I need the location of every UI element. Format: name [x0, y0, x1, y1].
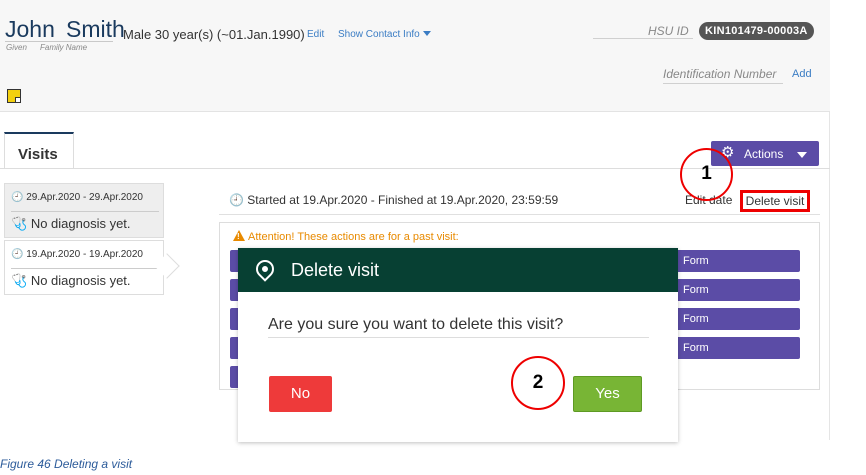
visit-dates-text: 19.Apr.2020 - 19.Apr.2020 [26, 249, 143, 260]
form-button[interactable]: Form [676, 250, 800, 272]
patient-header: John Smith Given Family Name Male 30 yea… [0, 0, 830, 112]
visit-started-text: 🕘 Started at 19.Apr.2020 - Finished at 1… [229, 193, 559, 207]
visit-separator [11, 268, 159, 269]
delete-visit-dialog: Delete visit Are you sure you want to de… [238, 248, 678, 442]
add-identification-link[interactable]: Add [792, 68, 812, 80]
visit-diagnosis: 🩺 No diagnosis yet. [11, 216, 131, 232]
edit-patient-link[interactable]: Edit [307, 29, 324, 40]
dialog-header: Delete visit [238, 248, 678, 292]
no-button[interactable]: No [269, 376, 332, 412]
hsu-id-badge: KIN101479-00003A [699, 22, 814, 40]
visit-dates-text: 29.Apr.2020 - 29.Apr.2020 [26, 192, 143, 203]
hsu-id-label: HSU ID [648, 24, 689, 38]
visit-dates: 🕘 29.Apr.2020 - 29.Apr.2020 [11, 192, 143, 203]
annotation-callout-1: 1 [680, 148, 733, 201]
patient-family-name: Smith [66, 16, 125, 42]
sticky-note-icon[interactable] [7, 89, 21, 103]
tab-visits[interactable]: Visits [4, 132, 74, 169]
visit-separator [11, 211, 159, 212]
annotation-callout-2: 2 [511, 356, 565, 410]
form-button[interactable]: Form [676, 337, 800, 359]
figure-caption: Figure 46 Deleting a visit [0, 457, 133, 471]
show-contact-info-link[interactable]: Show Contact Info [338, 29, 431, 40]
visit-diagnosis: 🩺 No diagnosis yet. [11, 273, 131, 289]
patient-demographics: Male 30 year(s) (~01.Jan.1990) [123, 27, 305, 42]
attention-text: Attention! These actions are for a past … [248, 231, 459, 243]
identification-number-label: Identification Number [663, 67, 777, 81]
visit-item[interactable]: 🕘 29.Apr.2020 - 29.Apr.2020 🩺 No diagnos… [4, 183, 164, 238]
hsu-divider [593, 38, 693, 39]
chevron-down-icon [797, 152, 807, 158]
visit-item-selected[interactable]: 🕘 19.Apr.2020 - 19.Apr.2020 🩺 No diagnos… [4, 240, 164, 295]
tab-visits-label: Visits [18, 146, 58, 163]
name-underline [5, 41, 113, 42]
yes-button[interactable]: Yes [573, 376, 642, 412]
family-name-hint: Family Name [40, 43, 88, 52]
show-contact-info-label: Show Contact Info [338, 29, 420, 40]
visit-diagnosis-text: No diagnosis yet. [30, 273, 131, 288]
chevron-down-icon [422, 31, 431, 36]
dialog-divider [268, 337, 649, 338]
dialog-title: Delete visit [291, 260, 380, 280]
form-button[interactable]: Form [676, 308, 800, 330]
annotation-number: 2 [532, 372, 544, 393]
dialog-question: Are you sure you want to delete this vis… [268, 316, 564, 333]
delete-visit-button[interactable]: Delete visit [740, 190, 810, 212]
stethoscope-icon: 🩺 [11, 273, 28, 288]
given-name-hint: Given [6, 43, 27, 52]
visit-started-label: Started at 19.Apr.2020 - Finished at 19.… [247, 193, 559, 207]
attention-message: ! Attention! These actions are for a past… [233, 230, 459, 243]
sticky-note-fold [15, 97, 20, 102]
visit-detail-header: 🕘 Started at 19.Apr.2020 - Finished at 1… [219, 185, 820, 215]
warning-icon: ! [233, 230, 245, 241]
stethoscope-icon: 🩺 [11, 216, 28, 231]
annotation-number: 1 [701, 163, 712, 184]
visit-dates: 🕘 19.Apr.2020 - 19.Apr.2020 [11, 249, 143, 260]
identification-divider [663, 83, 783, 84]
location-pin-icon [252, 256, 278, 282]
actions-label: Actions [744, 147, 784, 161]
form-button[interactable]: Form [676, 279, 800, 301]
visit-diagnosis-text: No diagnosis yet. [30, 216, 131, 231]
patient-given-name: John [5, 16, 55, 42]
